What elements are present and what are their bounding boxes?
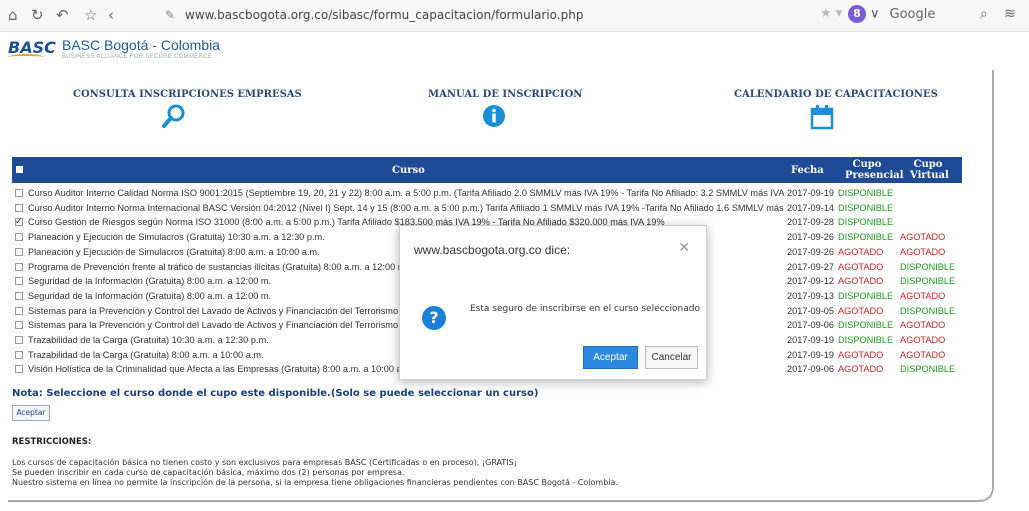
course-date: 2017-09-19 bbox=[787, 349, 834, 360]
cupo-virtual-status: AGOTADO bbox=[900, 290, 946, 301]
logo-swoosh bbox=[8, 54, 44, 60]
course-checkbox[interactable] bbox=[15, 214, 23, 228]
search-engine-name: Google bbox=[889, 6, 936, 22]
header-cupo-presencial: Cupo Presencial bbox=[845, 159, 904, 181]
cupo-presencial-status: DISPONIBLE bbox=[838, 335, 894, 345]
table-row[interactable]: Curso Auditor Interno Calidad Norma ISO … bbox=[12, 186, 962, 200]
search-engine-badge: 8 bbox=[848, 5, 866, 23]
cupo-virtual-status: AGOTADO bbox=[900, 246, 946, 257]
search-icon[interactable] bbox=[162, 104, 186, 128]
cupo-presencial-status: DISPONIBLE bbox=[838, 232, 894, 243]
question-icon: ? bbox=[422, 306, 446, 330]
cupo-virtual-status: AGOTADO bbox=[900, 349, 946, 360]
cupo-presencial-status: AGOTADO bbox=[838, 349, 884, 360]
course-date: 2017-09-05 bbox=[787, 305, 834, 316]
reload-icon[interactable]: ↻ bbox=[31, 5, 44, 25]
browser-toolbar: ⌂ ↻ ↶ ☆ ‹ ✎ www.bascbogota.org.co/sibasc… bbox=[0, 0, 1029, 32]
restriction-line: Los cursos de capacitación básica no tie… bbox=[12, 458, 517, 467]
course-checkbox[interactable] bbox=[15, 291, 23, 300]
course-name: Curso Auditor Interno Calidad Norma ISO … bbox=[28, 188, 786, 198]
favorite-star-icon[interactable]: ★ ▾ bbox=[820, 6, 842, 21]
table-row[interactable]: Curso Auditor Interno Norma Internaciona… bbox=[12, 201, 962, 215]
confirm-dialog: www.bascbogota.org.co dice: ✕ ? Esta seg… bbox=[399, 225, 707, 380]
courses-table-header: Curso Fecha Cupo Presencial Cupo Virtual bbox=[12, 157, 962, 183]
course-date: 2017-09-06 bbox=[787, 320, 834, 331]
cupo-virtual-status: DISPONIBLE bbox=[900, 364, 956, 375]
site-title: BASC Bogotá - Colombia bbox=[62, 37, 220, 53]
restriction-line: Nuestro sistema en línea no permite la i… bbox=[12, 478, 618, 487]
cupo-virtual-status: AGOTADO bbox=[900, 335, 946, 345]
site-subtitle: BUSINESS ALLIANCE FOR SECURE COMMERCE bbox=[62, 54, 213, 60]
header-curso: Curso bbox=[392, 165, 425, 176]
course-date: 2017-09-06 bbox=[787, 364, 834, 375]
course-checkbox[interactable] bbox=[15, 336, 23, 344]
url-text: www.bascbogota.org.co/sibasc/formu_capac… bbox=[185, 8, 584, 22]
cupo-presencial-status: DISPONIBLE bbox=[838, 217, 894, 228]
course-date: 2017-09-19 bbox=[787, 188, 834, 198]
course-date: 2017-09-19 bbox=[787, 335, 834, 345]
course-date: 2017-09-27 bbox=[787, 261, 834, 272]
course-checkbox[interactable] bbox=[15, 203, 23, 212]
cupo-presencial-status: AGOTADO bbox=[838, 261, 884, 272]
course-date: 2017-09-26 bbox=[787, 246, 834, 257]
home-icon[interactable]: ⌂ bbox=[8, 5, 18, 25]
back-icon[interactable]: ‹ bbox=[108, 5, 114, 25]
cupo-virtual-status: AGOTADO bbox=[900, 320, 946, 331]
cupo-virtual-status: DISPONIBLE bbox=[900, 261, 956, 272]
cupo-presencial-status: AGOTADO bbox=[838, 246, 884, 257]
dialog-message: Esta seguro de inscribirse en el curso s… bbox=[470, 304, 700, 314]
close-icon[interactable]: ✕ bbox=[678, 240, 690, 256]
course-checkbox[interactable] bbox=[15, 233, 23, 242]
restriction-line: Se pueden inscribir en cada curso de cap… bbox=[12, 468, 405, 477]
aceptar-button[interactable]: Aceptar bbox=[12, 405, 50, 421]
course-checkbox[interactable] bbox=[15, 321, 23, 330]
header-cupo-virtual: Cupo Virtual bbox=[910, 159, 949, 181]
search-icon[interactable]: ⌕ bbox=[980, 6, 988, 22]
cupo-presencial-status: DISPONIBLE bbox=[838, 320, 894, 331]
info-icon[interactable] bbox=[482, 104, 506, 128]
calendar-icon[interactable] bbox=[810, 104, 834, 130]
course-checkbox[interactable] bbox=[15, 365, 23, 374]
cupo-presencial-status: AGOTADO bbox=[838, 305, 884, 316]
address-bar[interactable]: ✎ www.bascbogota.org.co/sibasc/formu_cap… bbox=[163, 3, 813, 27]
dialog-cancel-button[interactable]: Cancelar bbox=[645, 346, 698, 369]
course-date: 2017-09-14 bbox=[787, 202, 834, 213]
cupo-presencial-status: DISPONIBLE bbox=[838, 188, 894, 198]
cupo-virtual-status: DISPONIBLE bbox=[900, 276, 956, 287]
cupo-virtual-status: DISPONIBLE bbox=[900, 305, 956, 316]
cupo-virtual-status: AGOTADO bbox=[900, 232, 946, 243]
course-checkbox[interactable] bbox=[15, 247, 23, 256]
course-date: 2017-09-12 bbox=[787, 276, 834, 287]
bookmark-star-icon[interactable]: ☆ bbox=[84, 5, 97, 25]
basc-logo: BASC bbox=[8, 38, 56, 64]
chevron-down-icon: ∨ bbox=[870, 6, 880, 22]
course-checkbox[interactable] bbox=[15, 306, 23, 315]
course-checkbox[interactable] bbox=[15, 350, 23, 359]
undo-icon[interactable]: ↶ bbox=[56, 5, 69, 25]
cupo-presencial-status: DISPONIBLE bbox=[838, 290, 894, 301]
course-date: 2017-09-13 bbox=[787, 290, 834, 301]
consulta-link[interactable]: CONSULTA INSCRIPCIONES EMPRESAS bbox=[73, 89, 302, 100]
header-fecha: Fecha bbox=[791, 165, 824, 176]
course-checkbox[interactable] bbox=[15, 277, 23, 286]
course-checkbox[interactable] bbox=[15, 262, 23, 271]
cupo-presencial-status: AGOTADO bbox=[838, 364, 884, 375]
selection-note: Nota: Seleccione el curso donde el cupo … bbox=[12, 388, 539, 399]
wifi-icon[interactable]: ≋ bbox=[1004, 6, 1016, 22]
course-name: Curso Auditor Interno Norma Internaciona… bbox=[28, 202, 786, 213]
restricciones-title: RESTRICCIONES: bbox=[12, 437, 92, 447]
course-date: 2017-09-26 bbox=[787, 232, 834, 243]
page-security-icon: ✎ bbox=[165, 8, 176, 22]
course-date: 2017-09-28 bbox=[787, 217, 834, 228]
select-all-checkbox[interactable] bbox=[16, 166, 23, 173]
course-checkbox[interactable] bbox=[15, 189, 23, 197]
calendario-link[interactable]: CALENDARIO DE CAPACITACIONES bbox=[734, 89, 938, 100]
cupo-presencial-status: AGOTADO bbox=[838, 276, 884, 287]
cupo-presencial-status: DISPONIBLE bbox=[838, 202, 894, 213]
dialog-title: www.bascbogota.org.co dice: bbox=[414, 243, 571, 257]
manual-link[interactable]: MANUAL DE INSCRIPCION bbox=[428, 89, 582, 100]
search-engine-selector[interactable]: 8 ∨ Google bbox=[848, 5, 935, 23]
dialog-ok-button[interactable]: Aceptar bbox=[583, 346, 638, 369]
